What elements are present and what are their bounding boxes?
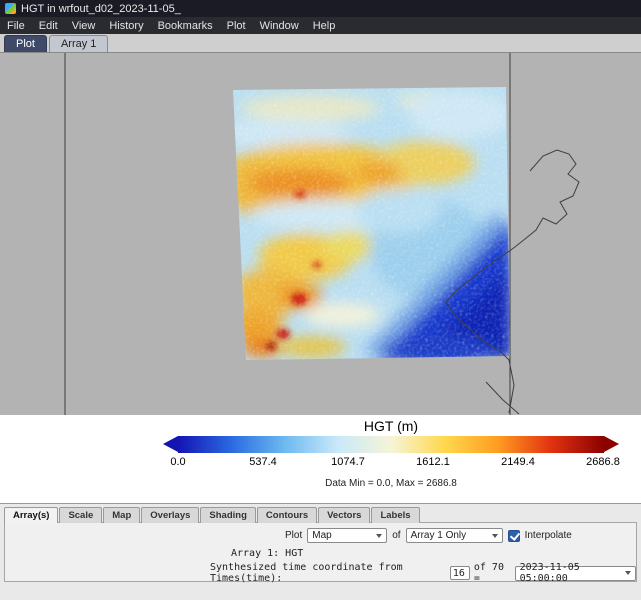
map-plot [0,53,641,415]
titlebar: HGT in wrfout_d02_2023-11-05_ [0,0,641,17]
colorbar-left-arrow [163,436,178,452]
tab-plot[interactable]: Plot [4,35,47,52]
panel-tab-overlays[interactable]: Overlays [141,507,199,523]
time-index-input[interactable] [450,566,470,580]
menu-item-edit[interactable]: Edit [32,19,65,33]
colorbar-tick: 1074.7 [331,456,365,468]
colorbar-right-arrow [604,436,619,452]
plot-controls-panel: Array(s) Scale Map Overlays Shading Cont… [0,503,641,600]
time-coordinate-label: Synthesized time coordinate from Times(t… [210,562,446,584]
array-scope-value: Array 1 Only [411,530,467,541]
interpolate-checkbox[interactable] [508,530,520,542]
tab-array-1[interactable]: Array 1 [49,35,108,52]
time-value: 2023-11-05 05:00:00 [520,562,619,584]
colorbar-tick: 537.4 [249,456,277,468]
menubar: File Edit View History Bookmarks Plot Wi… [0,17,641,34]
colorbar-tick: 0.0 [170,456,185,468]
menu-item-help[interactable]: Help [306,19,343,33]
menu-item-plot[interactable]: Plot [220,19,253,33]
of-label: of [392,530,400,541]
colorbar-tick: 2149.4 [501,456,535,468]
chevron-down-icon [376,534,382,538]
chevron-down-icon [625,571,631,575]
plot-type-select[interactable]: Map [307,528,387,543]
colorbar-gradient [178,436,604,453]
colorbar-section: HGT (m) 0.0 537.4 1074.7 1612.1 2149.4 2… [0,415,641,503]
colorbar-tick: 2686.8 [586,456,620,468]
menu-item-file[interactable]: File [0,19,32,33]
interpolate-label: Interpolate [525,530,572,541]
document-tabbar: Plot Array 1 [0,34,641,53]
panel-tab-vectors[interactable]: Vectors [318,507,370,523]
map-plot-area [0,53,641,415]
panel-tab-shading[interactable]: Shading [200,507,255,523]
chevron-down-icon [492,534,498,538]
colorbar-title: HGT (m) [163,415,619,435]
time-value-select[interactable]: 2023-11-05 05:00:00 [515,566,636,581]
menu-item-window[interactable]: Window [253,19,306,33]
array-scope-select[interactable]: Array 1 Only [406,528,503,543]
array-info-label: Array 1: HGT [231,548,303,559]
menu-item-bookmarks[interactable]: Bookmarks [151,19,220,33]
plot-type-value: Map [312,530,331,541]
panel-tab-scale[interactable]: Scale [59,507,102,523]
terrain-raster [210,78,520,370]
controls-tabbar: Array(s) Scale Map Overlays Shading Cont… [0,507,641,523]
colorbar-ticks: 0.0 537.4 1074.7 1612.1 2149.4 2686.8 [163,456,619,470]
panel-tab-contours[interactable]: Contours [257,507,317,523]
time-of-label: of 70 = [474,562,511,584]
panel-tab-arrays[interactable]: Array(s) [4,507,58,523]
menu-item-history[interactable]: History [102,19,150,33]
panel-tab-map[interactable]: Map [103,507,140,523]
data-range-note: Data Min = 0.0, Max = 2686.8 [163,478,619,489]
arrays-tab-body: Plot Map of Array 1 Only Interpolate Arr… [4,522,637,582]
app-icon [5,3,16,14]
menu-item-view[interactable]: View [65,19,103,33]
colorbar-tick: 1612.1 [416,456,450,468]
plot-label: Plot [285,530,302,541]
panel-tab-labels[interactable]: Labels [371,507,419,523]
window-title: HGT in wrfout_d02_2023-11-05_ [21,3,181,15]
